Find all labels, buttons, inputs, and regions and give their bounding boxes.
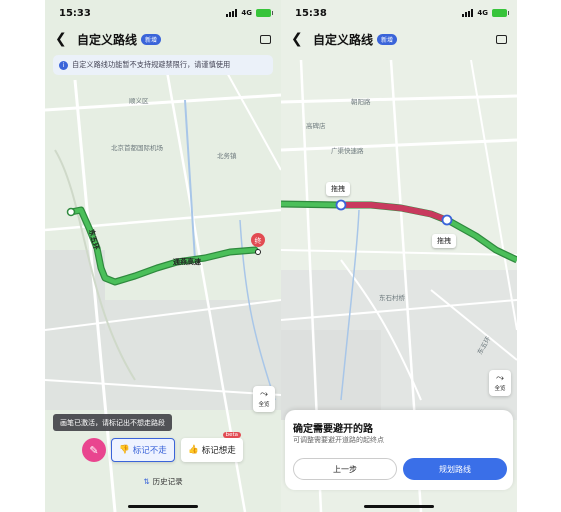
network-label: 4G xyxy=(477,9,488,17)
sheet-title: 确定需要避开的路 xyxy=(293,424,373,435)
nav-bar: ❮ 自定义路线 新增 xyxy=(45,26,281,52)
battery-icon xyxy=(492,9,509,17)
new-badge: 新增 xyxy=(141,33,162,45)
battery-icon xyxy=(256,9,273,17)
mark-want-button[interactable]: 👍 标记想走 beta xyxy=(181,432,243,462)
route-overview-icon: ⤳ xyxy=(496,373,504,384)
confirm-avoid-sheet: 确定需要避开的路 可调整需要避开道路的起终点 上一步 规划路线 xyxy=(285,410,513,490)
fullview-button[interactable]: ⤳ 全览 xyxy=(489,370,511,396)
pen-button[interactable]: ✎ xyxy=(82,438,106,462)
map-label-guangqu: 广渠快速路 xyxy=(331,146,364,155)
nav-bar: ❮ 自定义路线 新增 xyxy=(281,26,517,52)
thumbs-down-icon: 👎 xyxy=(119,445,130,455)
status-bar: 15:38 4G xyxy=(281,0,517,26)
status-time: 15:33 xyxy=(59,7,91,19)
mark-avoid-button[interactable]: 👎 标记不走 xyxy=(111,438,175,462)
back-icon[interactable]: ❮ xyxy=(291,31,307,47)
status-time: 15:38 xyxy=(295,7,327,19)
map-left[interactable]: 终 顺义区 北京首都国际机场 北务镇 通燕高速 东五环 xyxy=(45,0,281,512)
previous-step-button[interactable]: 上一步 xyxy=(293,458,397,480)
page-title: 自定义路线 xyxy=(313,32,374,47)
sheet-subtitle: 可调整需要避开道路的起终点 xyxy=(293,436,384,444)
map-label-dongshicun: 东石村桥 xyxy=(379,293,406,302)
status-bar: 15:33 4G xyxy=(45,0,281,26)
phone-screen-left: 终 顺义区 北京首都国际机场 北务镇 通燕高速 东五环 15:33 4G ❮ 自… xyxy=(45,0,281,512)
history-icon: ⇅ xyxy=(143,477,150,486)
avoid-start-handle xyxy=(335,199,347,211)
new-badge: 新增 xyxy=(377,33,398,45)
road-label-tongyan: 通燕高速 xyxy=(173,257,201,266)
page-title: 自定义路线 xyxy=(77,32,138,47)
info-icon: i xyxy=(59,60,68,70)
route-overview-icon: ⤳ xyxy=(260,389,268,400)
fullview-button[interactable]: ⤳ 全览 xyxy=(253,386,275,412)
signal-icon xyxy=(462,9,474,17)
history-label: 历史记录 xyxy=(152,477,183,486)
map-label-airport: 北京首都国际机场 xyxy=(111,143,164,152)
mark-want-label: 标记想走 xyxy=(201,446,236,456)
phone-screen-right: 朝阳路 高碑店 广渠快速路 东石村桥 东五环 拖拽 拖拽 15:38 4G ❮ … xyxy=(281,0,517,512)
plan-route-button[interactable]: 规划路线 xyxy=(403,458,507,480)
mark-avoid-label: 标记不走 xyxy=(132,446,167,456)
map-label-beiwu: 北务镇 xyxy=(217,151,237,160)
signal-icon xyxy=(226,9,238,17)
feedback-icon[interactable] xyxy=(260,34,271,44)
start-point xyxy=(66,207,76,217)
beta-badge: beta xyxy=(222,432,241,438)
notice-banner: i 自定义路线功能暂不支持规避禁限行，请谨慎使用 xyxy=(53,55,273,75)
drag-handle-label-start: 拖拽 xyxy=(326,182,350,196)
home-indicator xyxy=(128,505,198,508)
fullview-label: 全览 xyxy=(494,386,506,392)
fullview-label: 全览 xyxy=(258,402,270,408)
map-label-gaobeidian: 高碑店 xyxy=(306,121,326,130)
pen-tooltip: 画笔已激活，请标记出不想走路段 xyxy=(53,414,172,431)
thumbs-up-icon: 👍 xyxy=(188,445,199,455)
map-label-shunyi: 顺义区 xyxy=(129,97,149,105)
map-label-chaoyang-road: 朝阳路 xyxy=(351,97,371,106)
back-icon[interactable]: ❮ xyxy=(55,31,71,47)
home-indicator xyxy=(364,505,434,508)
end-marker-label: 终 xyxy=(255,236,262,245)
pen-icon: ✎ xyxy=(89,443,99,457)
notice-text: 自定义路线功能暂不支持规避禁限行，请谨慎使用 xyxy=(72,60,231,69)
history-link[interactable]: ⇅ 历史记录 xyxy=(45,476,281,487)
drag-handle-label-end: 拖拽 xyxy=(432,234,456,248)
feedback-icon[interactable] xyxy=(496,34,507,44)
avoid-end-handle xyxy=(441,214,453,226)
network-label: 4G xyxy=(241,9,252,17)
